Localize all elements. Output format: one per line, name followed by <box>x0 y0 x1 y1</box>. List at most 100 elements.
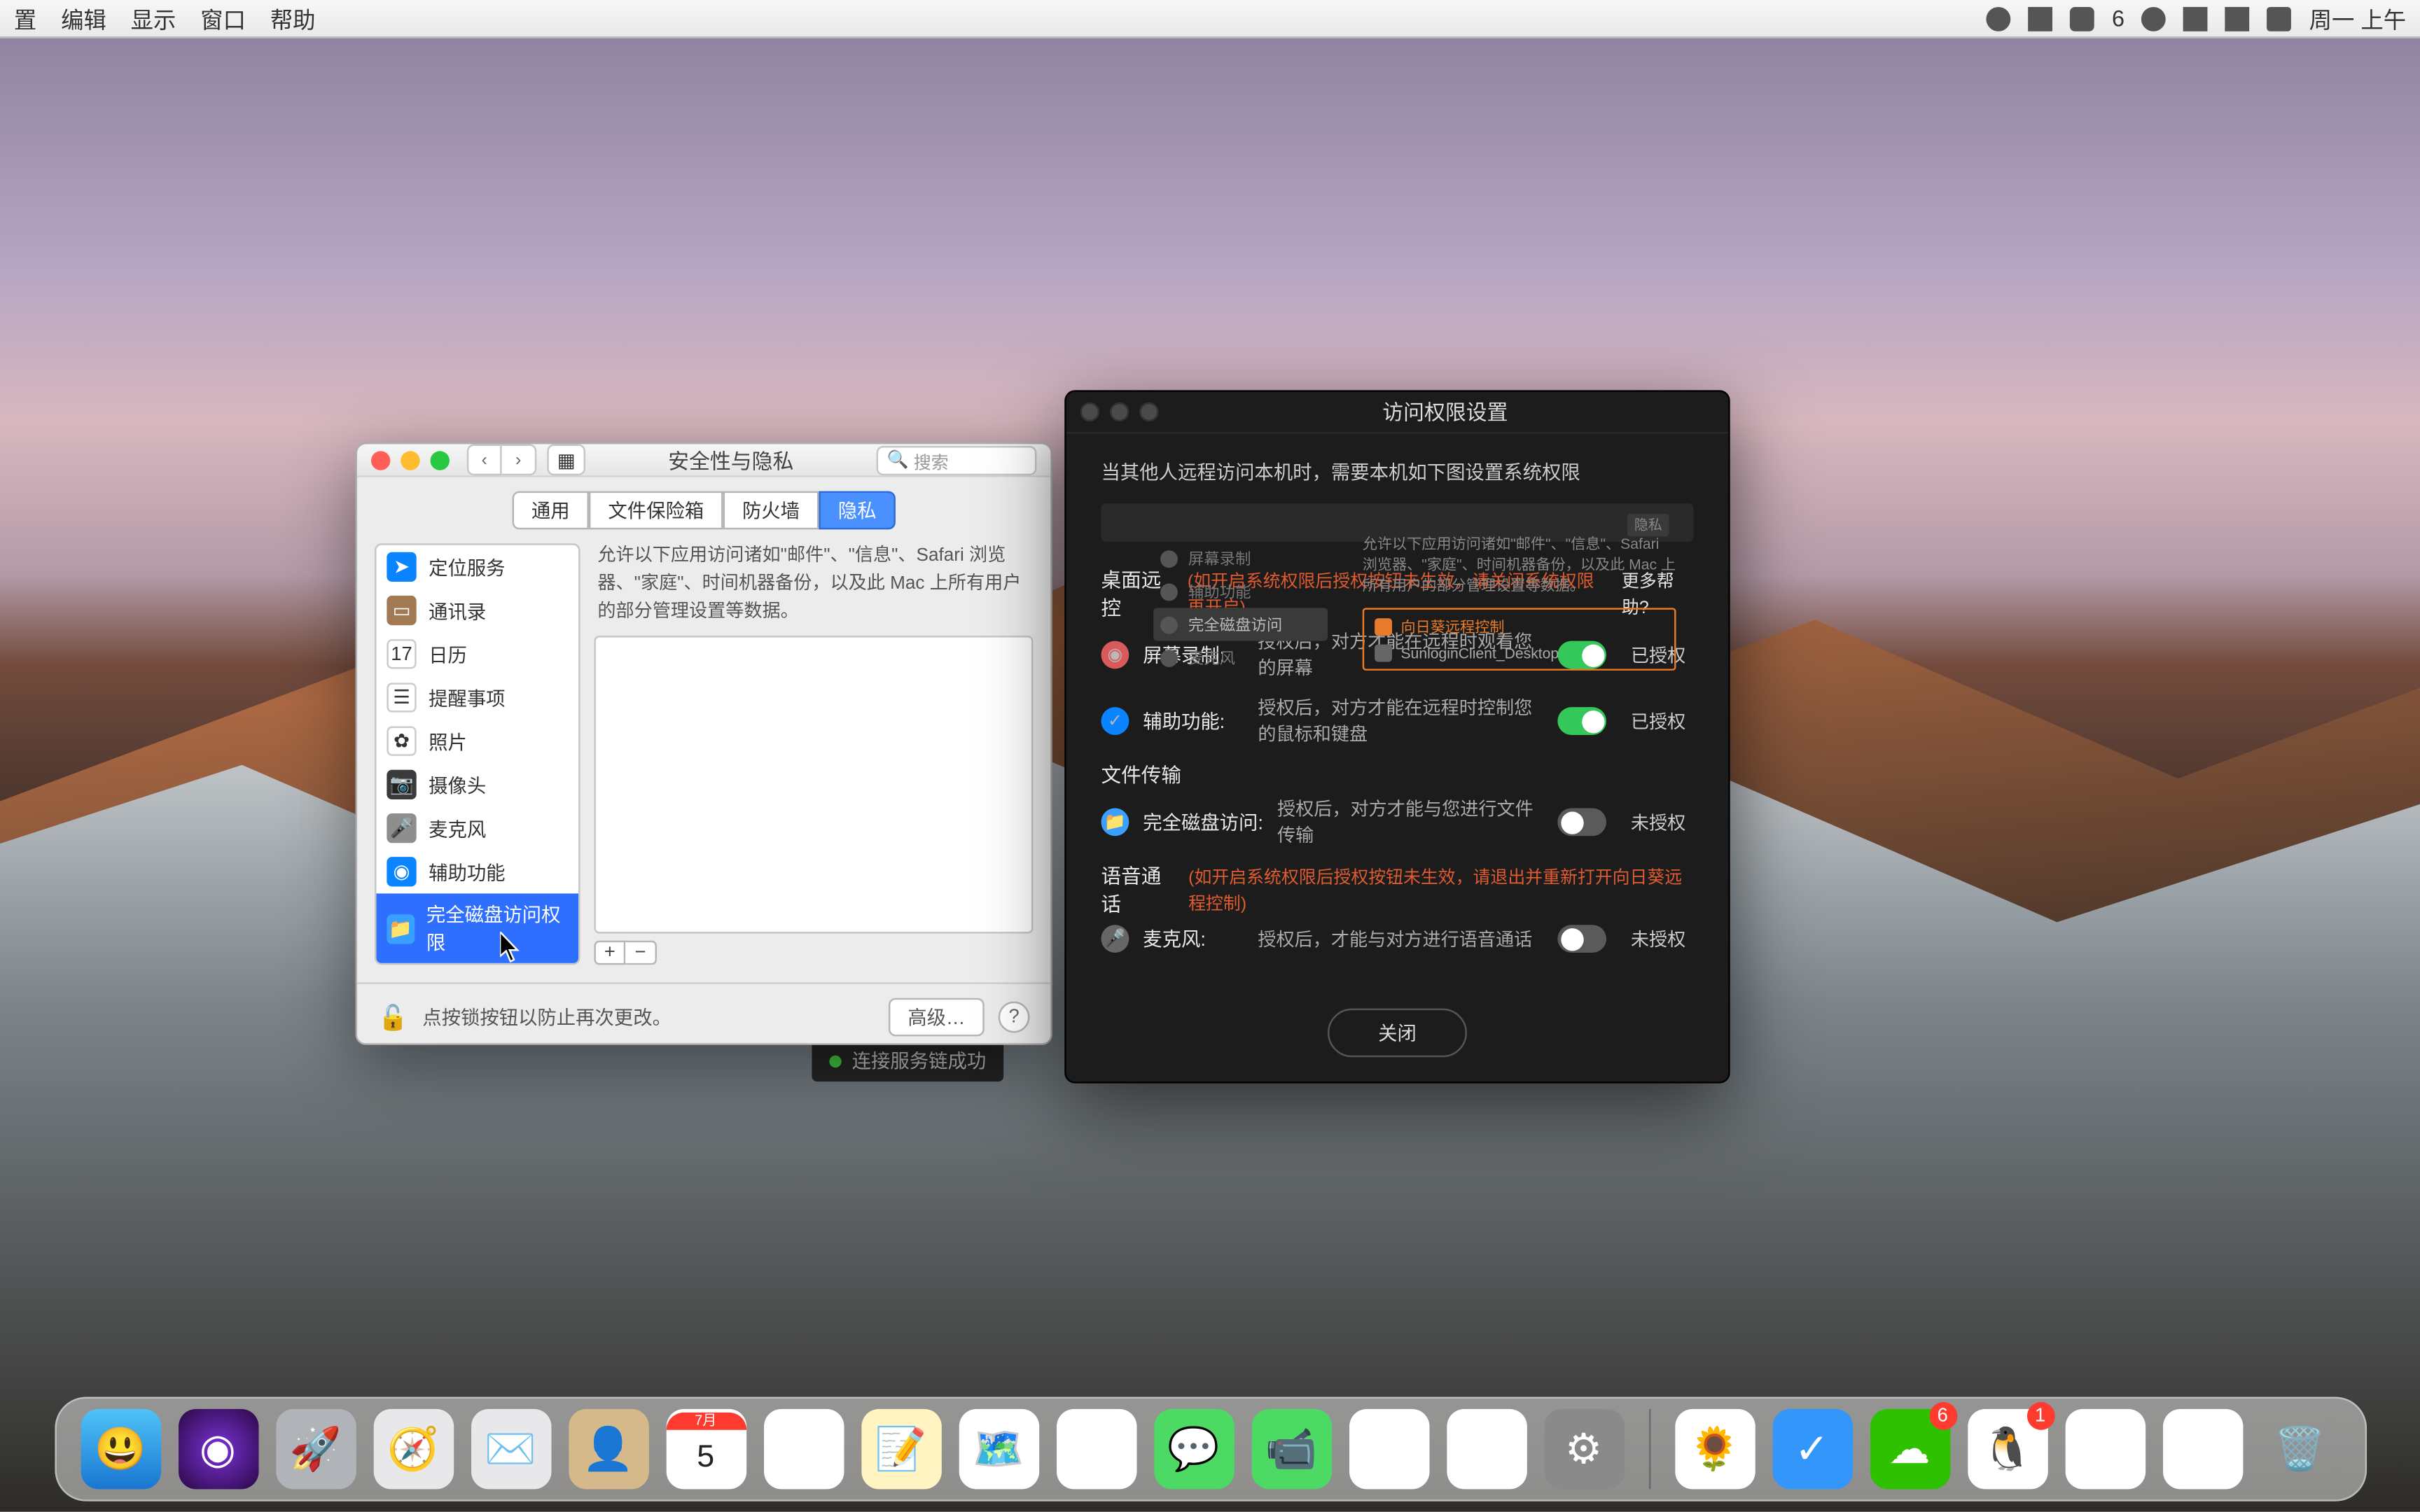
sidebar-item-label: 摄像头 <box>429 771 486 799</box>
permission-desc: 授权后，对方才能与您进行文件传输 <box>1277 796 1544 848</box>
dock-glyph: 💬 <box>1167 1424 1219 1474</box>
permission-toggle[interactable] <box>1557 707 1606 735</box>
tab-firewall[interactable]: 防火墙 <box>723 491 819 530</box>
system-preferences-window: ‹ › ▦ 安全性与隐私 🔍搜索 通用 文件保险箱 防火墙 隐私 ➤定位服务▭通… <box>356 442 1052 1045</box>
status-icon[interactable] <box>2070 6 2094 31</box>
close-button[interactable] <box>1080 402 1099 421</box>
dock-icon-photos[interactable]: ✿ <box>1056 1409 1136 1489</box>
dock-icon-wechat[interactable]: ☁6 <box>1870 1409 1949 1489</box>
permission-toggle[interactable] <box>1557 925 1606 953</box>
sidebar-item[interactable]: ◉辅助功能 <box>376 850 578 893</box>
dock-glyph: ☁ <box>2084 1424 2126 1474</box>
dock-icon-appstore[interactable]: A <box>1446 1409 1526 1489</box>
add-button[interactable]: + <box>594 941 625 965</box>
status-icon[interactable] <box>2142 6 2167 31</box>
sidebar-item[interactable]: ▭通讯录 <box>376 589 578 632</box>
menu-item[interactable]: 窗口 <box>200 1 246 34</box>
input-method-icon[interactable] <box>2267 6 2292 31</box>
close-button[interactable] <box>371 450 390 469</box>
privacy-sidebar: ➤定位服务▭通讯录17日历☰提醒事项✿照片📷摄像头 🎤 麦克风 ◉辅助功能📁完全磁盘访… <box>375 543 580 965</box>
dock-icon-reminders[interactable]: ☰ <box>763 1409 843 1489</box>
preview-item-icon <box>1160 582 1178 600</box>
dock-icon-mail[interactable]: ✉️ <box>471 1409 550 1489</box>
app-icon <box>1375 644 1392 662</box>
dock-glyph: ☰ <box>784 1424 822 1474</box>
advanced-button[interactable]: 高级… <box>889 998 985 1037</box>
dock-icon-qq[interactable]: 🐧1 <box>1967 1409 2047 1489</box>
dock-glyph: 🚀 <box>289 1424 341 1474</box>
help-button[interactable]: ? <box>999 1002 1030 1033</box>
zoom-button[interactable] <box>1139 402 1158 421</box>
dock-icon-downloads[interactable]: ⬇ <box>2162 1409 2242 1489</box>
dock-icon-baidunetdisk[interactable]: ☁ <box>2064 1409 2144 1489</box>
sidebar-item[interactable]: ☰提醒事项 <box>376 676 578 719</box>
menu-item[interactable]: 显示 <box>131 1 176 34</box>
permission-toggle[interactable] <box>1557 641 1606 669</box>
menubar-clock[interactable]: 周一 上午 <box>2309 1 2406 34</box>
minimize-button[interactable] <box>1110 402 1129 421</box>
sidebar-item-label: 日历 <box>429 640 467 668</box>
sidebar-item[interactable]: 17日历 <box>376 632 578 676</box>
dock-icon-maps[interactable]: 🗺️ <box>958 1409 1038 1489</box>
permission-label: 麦克风: <box>1143 925 1244 953</box>
dock-icon-sunlogin[interactable]: 🌻 <box>1674 1409 1754 1489</box>
sidebar-item[interactable]: 📷摄像头 <box>376 763 578 806</box>
tab-privacy[interactable]: 隐私 <box>819 491 895 530</box>
forward-button[interactable]: › <box>502 444 537 475</box>
status-icon[interactable] <box>2225 6 2250 31</box>
permission-status: 已授权 <box>1631 708 1694 734</box>
permission-toggle[interactable] <box>1557 808 1606 836</box>
lock-icon[interactable]: 🔓 <box>378 1002 408 1032</box>
dock-glyph: 🗑️ <box>2274 1424 2325 1474</box>
status-icon[interactable] <box>2029 6 2053 31</box>
sidebar-item-label: 定位服务 <box>429 553 505 581</box>
search-placeholder: 搜索 <box>914 447 949 472</box>
dock-glyph: 😃 <box>94 1424 146 1474</box>
app-name: 向日葵远程控制 <box>1400 616 1504 637</box>
dock-icon-messages[interactable]: 💬 <box>1153 1409 1233 1489</box>
sidebar-item-icon: 🎤 <box>387 813 416 843</box>
dock-icon-siri[interactable]: ◉ <box>178 1409 258 1489</box>
window-titlebar[interactable]: 访问权限设置 <box>1066 392 1728 434</box>
dock-icon-trash[interactable]: 🗑️ <box>2260 1409 2339 1489</box>
dock-glyph: 📹 <box>1265 1424 1316 1474</box>
tab-general[interactable]: 通用 <box>513 491 589 530</box>
dock-icon-finder[interactable]: 😃 <box>80 1409 160 1489</box>
dock-icon-itunes[interactable]: ♪ <box>1349 1409 1428 1489</box>
dock-icon-facetime[interactable]: 📹 <box>1251 1409 1330 1489</box>
sidebar-item-label: 完全磁盘访问权限 <box>426 900 568 956</box>
tab-filevault[interactable]: 文件保险箱 <box>589 491 723 530</box>
sidebar-item[interactable]: 🎤 麦克风 <box>376 806 578 850</box>
remove-button[interactable]: − <box>625 941 657 965</box>
window-titlebar[interactable]: ‹ › ▦ 安全性与隐私 🔍搜索 <box>357 444 1050 477</box>
close-button[interactable]: 关闭 <box>1328 1009 1467 1058</box>
app-list[interactable] <box>594 636 1033 934</box>
back-button[interactable]: ‹ <box>467 444 502 475</box>
minimize-button[interactable] <box>401 450 419 469</box>
dock-icon-dingtalk[interactable]: ✓ <box>1772 1409 1851 1489</box>
sidebar-item-label: 麦克风 <box>429 814 486 842</box>
menubar: 置 编辑 显示 窗口 帮助 6 周一 上午 <box>0 0 2420 38</box>
sidebar-item[interactable]: ✿照片 <box>376 720 578 763</box>
status-icon[interactable] <box>2184 6 2209 31</box>
dock-icon-contacts[interactable]: 👤 <box>568 1409 648 1489</box>
traffic-lights <box>1080 402 1159 421</box>
permission-label: 完全磁盘访问: <box>1143 808 1263 836</box>
show-all-button[interactable]: ▦ <box>547 444 585 475</box>
section-warning: (如开启系统权限后授权按钮未生效，请退出并重新打开向日葵远程控制) <box>1188 862 1693 915</box>
dock-icon-launchpad[interactable]: 🚀 <box>275 1409 355 1489</box>
dock-icon-notes[interactable]: 📝 <box>861 1409 940 1489</box>
menu-item[interactable]: 置 <box>14 1 36 34</box>
dock-icon-safari[interactable]: 🧭 <box>373 1409 452 1489</box>
sidebar-item[interactable]: 📁完全磁盘访问权限 <box>376 893 578 963</box>
search-input[interactable]: 🔍搜索 <box>877 445 1037 475</box>
permission-row: 🎤麦克风:授权后，才能与对方进行语音通话未授权 <box>1101 918 1693 960</box>
preview-app-row: SunloginClient_Desktop <box>1375 644 1664 662</box>
dock-icon-calendar[interactable]: 7月5 <box>665 1409 745 1489</box>
sidebar-item[interactable]: ➤定位服务 <box>376 545 578 589</box>
menu-item[interactable]: 帮助 <box>270 1 316 34</box>
menu-item[interactable]: 编辑 <box>61 1 106 34</box>
status-icon[interactable] <box>1987 6 2011 31</box>
zoom-button[interactable] <box>431 450 450 469</box>
dock-icon-preferences[interactable]: ⚙ <box>1543 1409 1623 1489</box>
